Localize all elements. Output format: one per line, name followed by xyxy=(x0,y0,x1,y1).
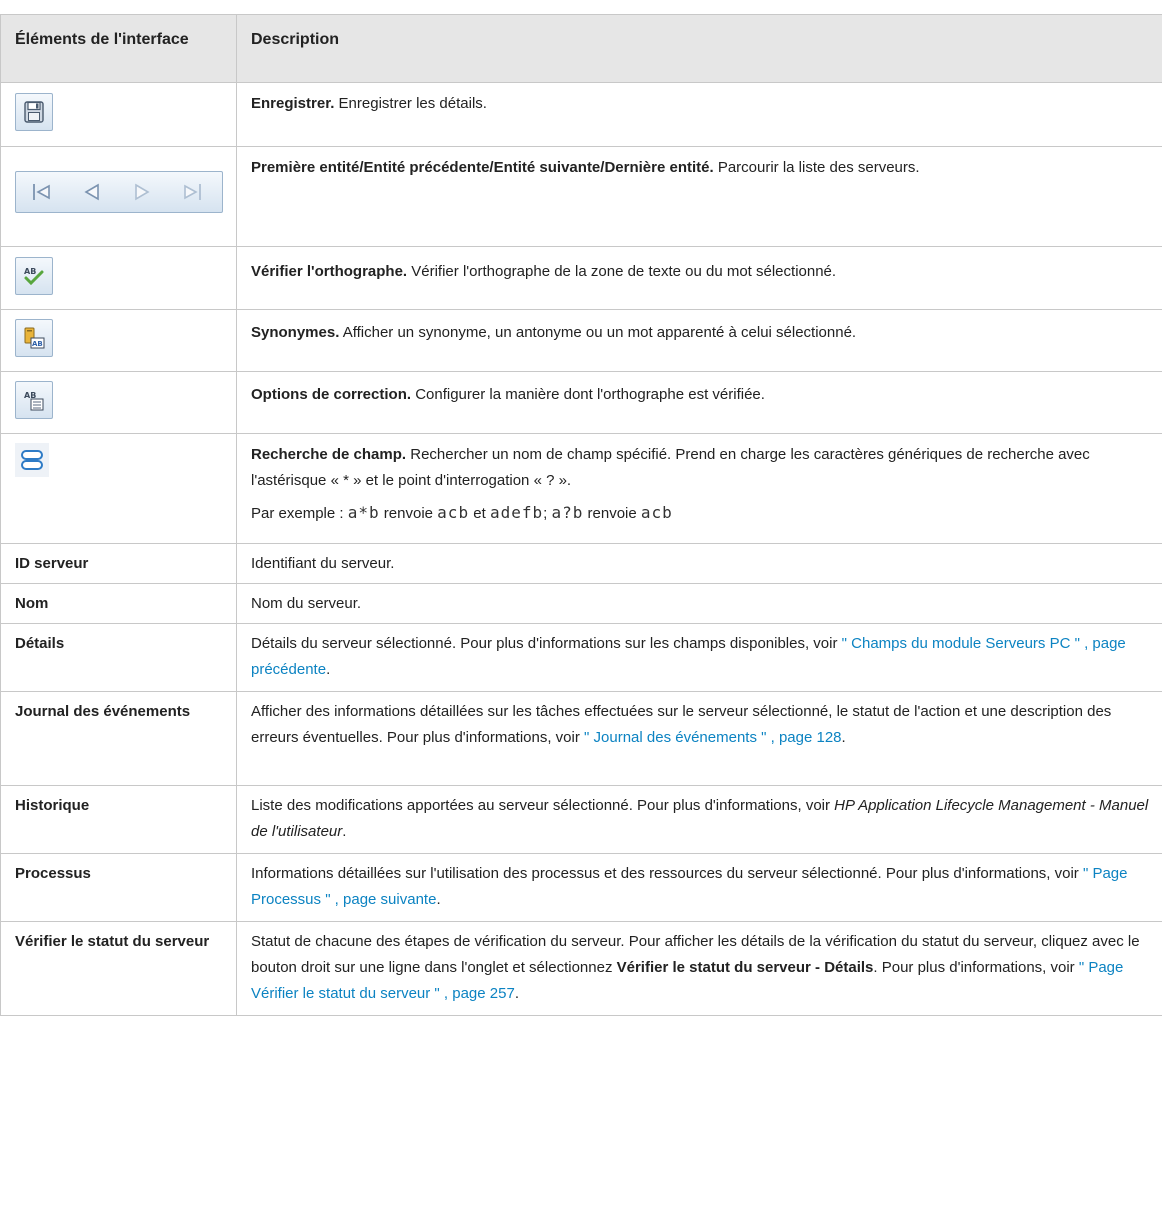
row-description: Options de correction. Configurer la man… xyxy=(236,371,1162,434)
row-description: Informations détaillées sur l'utilisatio… xyxy=(236,853,1162,922)
next-entity-icon[interactable] xyxy=(130,180,154,204)
table-row: Première entité/Entité précédente/Entité… xyxy=(0,146,1162,247)
table-row: Détails Détails du serveur sélectionné. … xyxy=(0,623,1162,692)
row-name: Vérifier le statut du serveur xyxy=(0,921,237,1016)
table-row: Processus Informations détaillées sur l'… xyxy=(0,853,1162,922)
table-row: Nom Nom du serveur. xyxy=(0,583,1162,624)
row-icon-cell: AB xyxy=(0,246,237,310)
row-name: Historique xyxy=(0,785,237,854)
row-name: Détails xyxy=(0,623,237,692)
spell-check-icon[interactable]: AB xyxy=(15,257,53,295)
spell-check-text: Vérifier l'orthographe de la zone de tex… xyxy=(407,263,837,280)
row-icon-cell xyxy=(0,146,237,247)
spelling-options-icon[interactable]: AB xyxy=(15,381,53,419)
table-row: AB Vérifier l'orthographe. Vérifier l'or… xyxy=(0,246,1162,310)
header-description: Description xyxy=(236,14,1162,83)
spelling-options-label: Options de correction. xyxy=(251,386,412,403)
table-row: ID serveur Identifiant du serveur. xyxy=(0,543,1162,584)
table-row: Recherche de champ. Rechercher un nom de… xyxy=(0,433,1162,544)
table-header-row: Éléments de l'interface Description xyxy=(0,14,1162,83)
table-row: Vérifier le statut du serveur Statut de … xyxy=(0,921,1162,1016)
row-description: Synonymes. Afficher un synonyme, un anto… xyxy=(236,309,1162,372)
row-name: ID serveur xyxy=(0,543,237,584)
navigation-text: Parcourir la liste des serveurs. xyxy=(713,159,920,176)
field-search-label: Recherche de champ. xyxy=(251,446,407,463)
row-name: Processus xyxy=(0,853,237,922)
row-description: Liste des modifications apportées au ser… xyxy=(236,785,1162,854)
first-entity-icon[interactable] xyxy=(30,180,54,204)
row-icon-cell: AB xyxy=(0,371,237,434)
table-row: AB Options de correction. Configurer la … xyxy=(0,371,1162,434)
last-entity-icon[interactable] xyxy=(180,180,204,204)
previous-entity-icon[interactable] xyxy=(80,180,104,204)
table-row: AB Synonymes. Afficher un synonyme, un a… xyxy=(0,309,1162,372)
row-description: Nom du serveur. xyxy=(236,583,1162,624)
table-row: Historique Liste des modifications appor… xyxy=(0,785,1162,854)
ui-elements-table: Éléments de l'interface Description Enre… xyxy=(0,14,1162,1016)
navigation-arrows-icon xyxy=(15,171,223,213)
row-description: Enregistrer. Enregistrer les détails. xyxy=(236,82,1162,147)
svg-text:AB: AB xyxy=(24,267,36,276)
row-icon-cell xyxy=(0,82,237,147)
save-label: Enregistrer. xyxy=(251,95,335,112)
thesaurus-icon[interactable]: AB xyxy=(15,319,53,357)
field-search-example: Par exemple : a*b renvoie acb et adefb; … xyxy=(251,503,673,522)
spell-check-label: Vérifier l'orthographe. xyxy=(251,263,408,280)
thesaurus-text: Afficher un synonyme, un antonyme ou un … xyxy=(339,324,857,341)
row-description: Afficher des informations détaillées sur… xyxy=(236,691,1162,786)
row-description: Recherche de champ. Rechercher un nom de… xyxy=(236,433,1162,544)
row-description: Statut de chacune des étapes de vérifica… xyxy=(236,921,1162,1016)
field-search-icon[interactable] xyxy=(15,443,49,477)
table-row: Enregistrer. Enregistrer les détails. xyxy=(0,82,1162,147)
spelling-options-text: Configurer la manière dont l'orthographe… xyxy=(411,386,765,403)
row-description: Vérifier l'orthographe. Vérifier l'ortho… xyxy=(236,246,1162,310)
save-icon[interactable] xyxy=(15,93,53,131)
row-icon-cell: AB xyxy=(0,309,237,372)
thesaurus-label: Synonymes. xyxy=(251,324,340,341)
svg-text:AB: AB xyxy=(32,340,43,348)
row-name: Journal des événements xyxy=(0,691,237,786)
row-description: Identifiant du serveur. xyxy=(236,543,1162,584)
header-ui-elements: Éléments de l'interface xyxy=(0,14,237,83)
row-name: Nom xyxy=(0,583,237,624)
navigation-label: Première entité/Entité précédente/Entité… xyxy=(251,159,714,176)
row-description: Détails du serveur sélectionné. Pour plu… xyxy=(236,623,1162,692)
save-text: Enregistrer les détails. xyxy=(334,95,487,112)
row-description: Première entité/Entité précédente/Entité… xyxy=(236,146,1162,247)
check-status-details-label: Vérifier le statut du serveur - Détails xyxy=(616,959,874,976)
row-icon-cell xyxy=(0,433,237,544)
table-row: Journal des événements Afficher des info… xyxy=(0,691,1162,786)
event-log-link[interactable]: " Journal des événements " , page 128 xyxy=(584,729,841,746)
